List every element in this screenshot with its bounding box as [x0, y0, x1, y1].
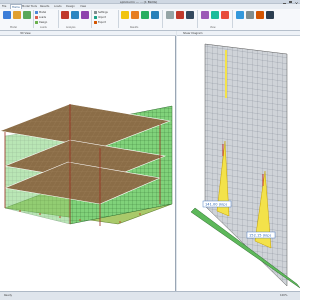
import-icon: [94, 16, 97, 19]
design-icon: [35, 21, 38, 24]
group-label-model: Model: [10, 26, 17, 29]
view-3d-icon[interactable]: [121, 11, 129, 19]
status-left: Ready: [4, 294, 13, 297]
options-icon[interactable]: [256, 11, 264, 19]
report-icon[interactable]: [186, 11, 194, 19]
shear-diagram-canvas[interactable]: 141.00 (kip) 152.15 (kip): [177, 36, 300, 291]
results-icon[interactable]: [71, 11, 79, 19]
diagram-icon[interactable]: [81, 11, 89, 19]
group-label-results: Results: [130, 26, 139, 29]
section-icon[interactable]: [166, 11, 174, 19]
pan-icon[interactable]: [211, 11, 219, 19]
open-model-icon[interactable]: [13, 11, 21, 19]
mesh-icon[interactable]: [141, 11, 149, 19]
window-icon[interactable]: [236, 11, 244, 19]
reaction-icon[interactable]: [176, 11, 184, 19]
ribbon-separator: [232, 10, 233, 28]
run-analysis-icon[interactable]: [61, 11, 69, 19]
zoom-icon[interactable]: [201, 11, 209, 19]
shear-label-right: 152.15 (kip): [249, 234, 271, 238]
application-window: spColumn — ... (1 BLDG) File Home Model …: [0, 0, 300, 300]
save-model-icon[interactable]: [23, 11, 31, 19]
status-bar: Ready 100%: [0, 291, 300, 300]
shear-diagram-icon[interactable]: [131, 11, 139, 19]
ribbon-separator: [197, 10, 198, 28]
ribbon-separator: [33, 10, 34, 28]
model-icon: [35, 11, 38, 14]
diagram-line: [225, 50, 227, 98]
deflection-icon[interactable]: [151, 11, 159, 19]
gear-icon: [94, 11, 97, 14]
group-label-view: View: [210, 26, 216, 29]
ribbon-separator: [91, 10, 92, 28]
loads-icon: [35, 16, 38, 19]
status-zoom: 100%: [280, 294, 288, 297]
ribbon-command-loads[interactable]: Loads: [35, 16, 46, 20]
group-label-analysis: Analysis: [66, 26, 76, 29]
left-3d-view[interactable]: 3D View: [0, 31, 176, 291]
ribbon-command-settings[interactable]: Settings: [94, 11, 108, 15]
export-icon: [94, 21, 97, 24]
rotate-icon[interactable]: [221, 11, 229, 19]
ribbon-command-export[interactable]: Export: [94, 21, 106, 25]
group-label-loads: Loads: [40, 26, 47, 29]
right-diagram-view[interactable]: Shear Diagram 141.00 (kip) 152.15 (kip): [177, 31, 300, 291]
building-model-canvas[interactable]: [0, 36, 176, 291]
ribbon-command-design[interactable]: Design: [35, 21, 47, 25]
new-model-icon[interactable]: [3, 11, 11, 19]
ribbon-separator: [162, 10, 163, 28]
ribbon-command-import[interactable]: Import: [94, 16, 106, 20]
ribbon-separator: [118, 10, 119, 28]
shear-label-left: 141.00 (kip): [205, 203, 227, 207]
ribbon-command-model[interactable]: Model: [35, 11, 46, 15]
ribbon-toolbar: Model Loads Design Settings Import Expor…: [0, 9, 300, 31]
ribbon-separator: [58, 10, 59, 28]
layout-icon[interactable]: [246, 11, 254, 19]
help-icon[interactable]: [266, 11, 274, 19]
